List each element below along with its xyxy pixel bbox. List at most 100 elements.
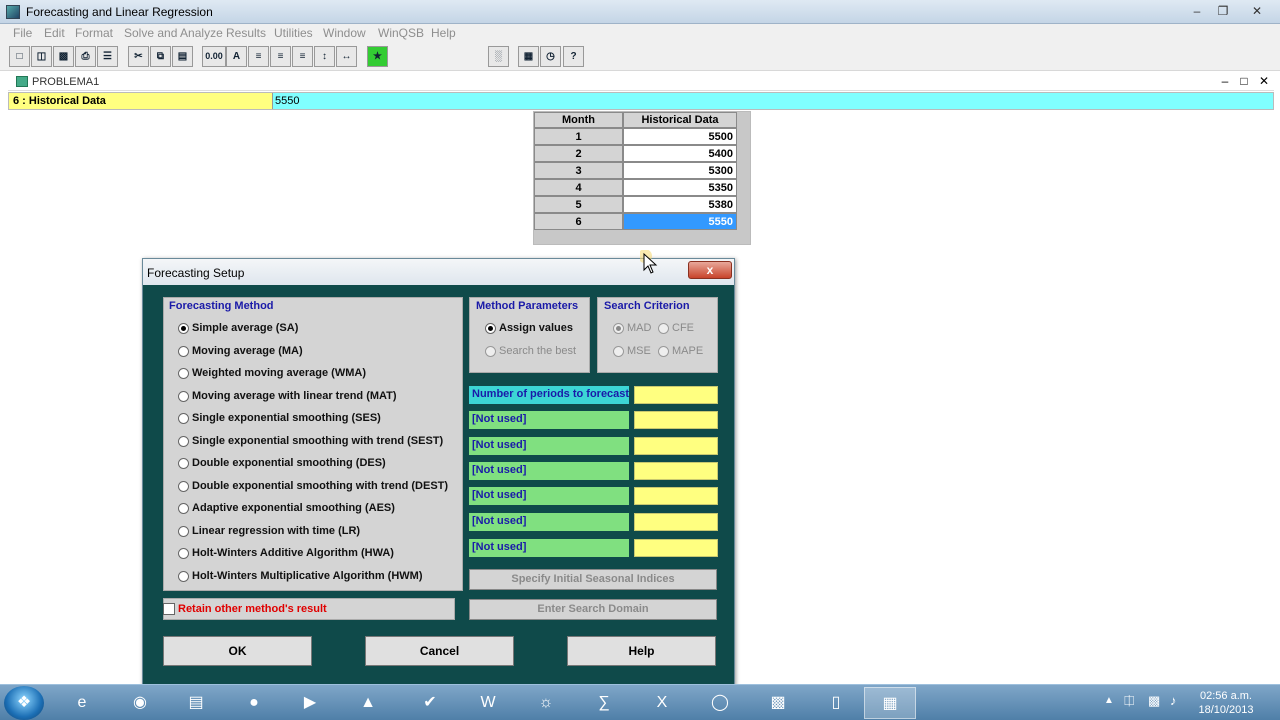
- menu-solve-and-analyze[interactable]: Solve and Analyze: [124, 26, 223, 40]
- data-cell[interactable]: 5500: [623, 128, 737, 145]
- criterion-mad-radio[interactable]: [613, 323, 624, 334]
- row-header[interactable]: 5: [534, 196, 623, 213]
- row-header[interactable]: 4: [534, 179, 623, 196]
- menu-results[interactable]: Results: [226, 26, 266, 40]
- close-icon[interactable]: ✕: [1244, 2, 1270, 20]
- app-icon-6[interactable]: ▲: [342, 687, 394, 719]
- chrome-icon[interactable]: ◉: [114, 687, 166, 719]
- enter-search-domain-button[interactable]: Enter Search Domain: [469, 599, 717, 620]
- copy-icon[interactable]: ⧉: [150, 46, 171, 67]
- align-right-icon[interactable]: ≡: [292, 46, 313, 67]
- criterion-mape-label[interactable]: MAPE: [672, 345, 703, 357]
- grid-icon[interactable]: ▦: [518, 46, 539, 67]
- row-height-icon[interactable]: ↕: [314, 46, 335, 67]
- app-icon-14[interactable]: ▯: [810, 687, 862, 719]
- menu-winqsb[interactable]: WinQSB: [378, 26, 424, 40]
- menu-format[interactable]: Format: [75, 26, 113, 40]
- paste-icon[interactable]: ▤: [172, 46, 193, 67]
- align-center-icon[interactable]: ≡: [270, 46, 291, 67]
- dialog-close-button[interactable]: x: [688, 261, 732, 279]
- column-header-historical-data[interactable]: Historical Data: [623, 112, 737, 128]
- help-icon[interactable]: ?: [563, 46, 584, 67]
- method-label-wma[interactable]: Weighted moving average (WMA): [192, 367, 366, 379]
- criterion-mse-label[interactable]: MSE: [627, 345, 651, 357]
- method-radio-mat[interactable]: [178, 391, 189, 402]
- column-header-month[interactable]: Month: [534, 112, 623, 128]
- method-label-ses[interactable]: Single exponential smoothing (SES): [192, 412, 381, 424]
- assign-values-radio[interactable]: [485, 323, 496, 334]
- param-input-3[interactable]: [634, 437, 718, 455]
- method-label-des[interactable]: Double exponential smoothing (DES): [192, 457, 386, 469]
- minimize-icon[interactable]: –: [1184, 2, 1210, 20]
- method-label-mat[interactable]: Moving average with linear trend (MAT): [192, 390, 397, 402]
- method-radio-hwa[interactable]: [178, 548, 189, 559]
- method-radio-des[interactable]: [178, 458, 189, 469]
- app-icon-12[interactable]: ◯: [694, 687, 746, 719]
- row-header[interactable]: 6: [534, 213, 623, 230]
- data-cell[interactable]: 5380: [623, 196, 737, 213]
- method-radio-ses[interactable]: [178, 413, 189, 424]
- number-format-icon[interactable]: 0.00: [202, 46, 226, 67]
- app-icon-7[interactable]: ✔: [404, 687, 456, 719]
- param-input-2[interactable]: [634, 411, 718, 429]
- solve-icon[interactable]: ★: [367, 46, 388, 67]
- menu-file[interactable]: File: [13, 26, 32, 40]
- param-input-6[interactable]: [634, 513, 718, 531]
- column-width-icon[interactable]: ↔: [336, 46, 357, 67]
- print-icon[interactable]: ⎙: [75, 46, 96, 67]
- app-icon-10[interactable]: ∑: [578, 687, 630, 719]
- criterion-cfe-label[interactable]: CFE: [672, 322, 694, 334]
- method-label-sest[interactable]: Single exponential smoothing with trend …: [192, 435, 443, 447]
- maximize-icon[interactable]: ❐: [1210, 2, 1236, 20]
- method-radio-lr[interactable]: [178, 526, 189, 537]
- child-close-icon[interactable]: ✕: [1255, 74, 1273, 89]
- method-label-hwa[interactable]: Holt-Winters Additive Algorithm (HWA): [192, 547, 394, 559]
- method-radio-ma[interactable]: [178, 346, 189, 357]
- child-minimize-icon[interactable]: –: [1216, 74, 1234, 89]
- font-icon[interactable]: A: [226, 46, 247, 67]
- cut-icon[interactable]: ✂: [128, 46, 149, 67]
- method-label-sa[interactable]: Simple average (SA): [192, 322, 298, 334]
- method-label-lr[interactable]: Linear regression with time (LR): [192, 525, 360, 537]
- data-cell[interactable]: 5350: [623, 179, 737, 196]
- method-radio-wma[interactable]: [178, 368, 189, 379]
- param-input-5[interactable]: [634, 487, 718, 505]
- specify-seasonal-indices-button[interactable]: Specify Initial Seasonal Indices: [469, 569, 717, 590]
- save-icon[interactable]: ▩: [53, 46, 74, 67]
- criterion-mse-radio[interactable]: [613, 346, 624, 357]
- clock-icon[interactable]: ◷: [540, 46, 561, 67]
- menu-utilities[interactable]: Utilities: [274, 26, 313, 40]
- align-left-icon[interactable]: ≡: [248, 46, 269, 67]
- excel-icon[interactable]: X: [636, 687, 688, 719]
- tray-usb-icon[interactable]: ⎅: [1124, 693, 1134, 709]
- method-label-hwm[interactable]: Holt-Winters Multiplicative Algorithm (H…: [192, 570, 422, 582]
- clock-date[interactable]: 18/10/2013: [1194, 704, 1258, 716]
- child-maximize-icon[interactable]: □: [1235, 74, 1253, 89]
- search-best-radio[interactable]: [485, 346, 496, 357]
- menu-help[interactable]: Help: [431, 26, 456, 40]
- data-cell[interactable]: 5300: [623, 162, 737, 179]
- row-header[interactable]: 2: [534, 145, 623, 162]
- floppy-icon[interactable]: ▩: [752, 687, 804, 719]
- tray-arrow-icon[interactable]: ▲: [1104, 695, 1114, 706]
- param-input-7[interactable]: [634, 539, 718, 557]
- internet-explorer-icon[interactable]: e: [56, 687, 108, 719]
- method-label-aes[interactable]: Adaptive exponential smoothing (AES): [192, 502, 395, 514]
- method-radio-dest[interactable]: [178, 481, 189, 492]
- method-label-dest[interactable]: Double exponential smoothing with trend …: [192, 480, 448, 492]
- tray-network-icon[interactable]: ▩: [1148, 693, 1160, 709]
- row-header[interactable]: 3: [534, 162, 623, 179]
- cancel-button[interactable]: Cancel: [365, 636, 514, 666]
- file-explorer-icon[interactable]: ▤: [170, 687, 222, 719]
- assign-values-label[interactable]: Assign values: [499, 322, 573, 334]
- retain-checkbox[interactable]: [163, 603, 175, 615]
- word-icon[interactable]: W: [462, 687, 514, 719]
- ok-button[interactable]: OK: [163, 636, 312, 666]
- tray-volume-icon[interactable]: ♪: [1170, 693, 1177, 708]
- cell-value-input[interactable]: 5550: [275, 95, 299, 107]
- selected-data-cell[interactable]: 5550: [623, 213, 737, 230]
- help-button[interactable]: Help: [567, 636, 716, 666]
- menu-edit[interactable]: Edit: [44, 26, 65, 40]
- open-folder-icon[interactable]: ◫: [31, 46, 52, 67]
- criterion-mad-label[interactable]: MAD: [627, 322, 651, 334]
